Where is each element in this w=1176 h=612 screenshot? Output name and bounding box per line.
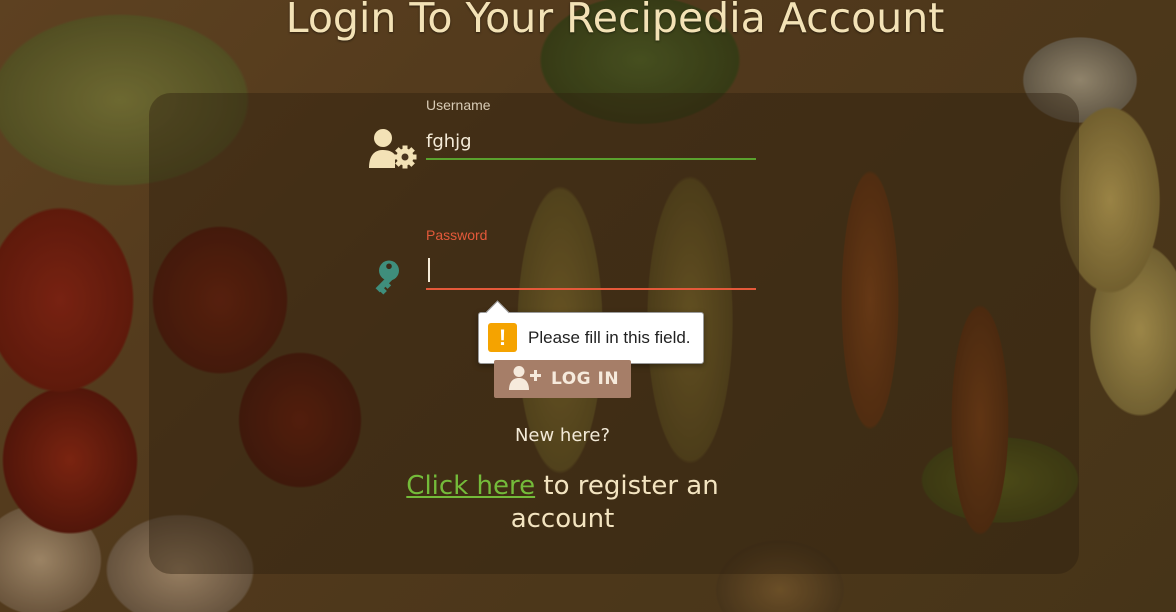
user-gear-icon	[369, 129, 417, 169]
register-link[interactable]: Click here	[406, 471, 535, 501]
username-label: Username	[426, 97, 491, 113]
validation-tooltip: ! Please fill in this field.	[478, 300, 704, 364]
key-icon	[375, 260, 399, 295]
warning-icon: !	[488, 323, 517, 352]
text-caret	[428, 258, 430, 282]
login-button-label: LOG IN	[551, 369, 620, 389]
username-input[interactable]	[426, 124, 756, 160]
user-plus-icon	[509, 366, 541, 390]
register-suffix-text: to register an account	[510, 471, 719, 534]
password-label: Password	[426, 227, 488, 243]
login-button[interactable]: LOG IN	[494, 360, 631, 398]
validation-message: Please fill in this field.	[528, 328, 691, 347]
password-input[interactable]	[426, 254, 756, 290]
page-title: Login To Your Recipedia Account	[285, 0, 945, 42]
new-here-text: New here?	[514, 425, 611, 446]
register-prompt: Click here to register an account	[380, 470, 745, 536]
